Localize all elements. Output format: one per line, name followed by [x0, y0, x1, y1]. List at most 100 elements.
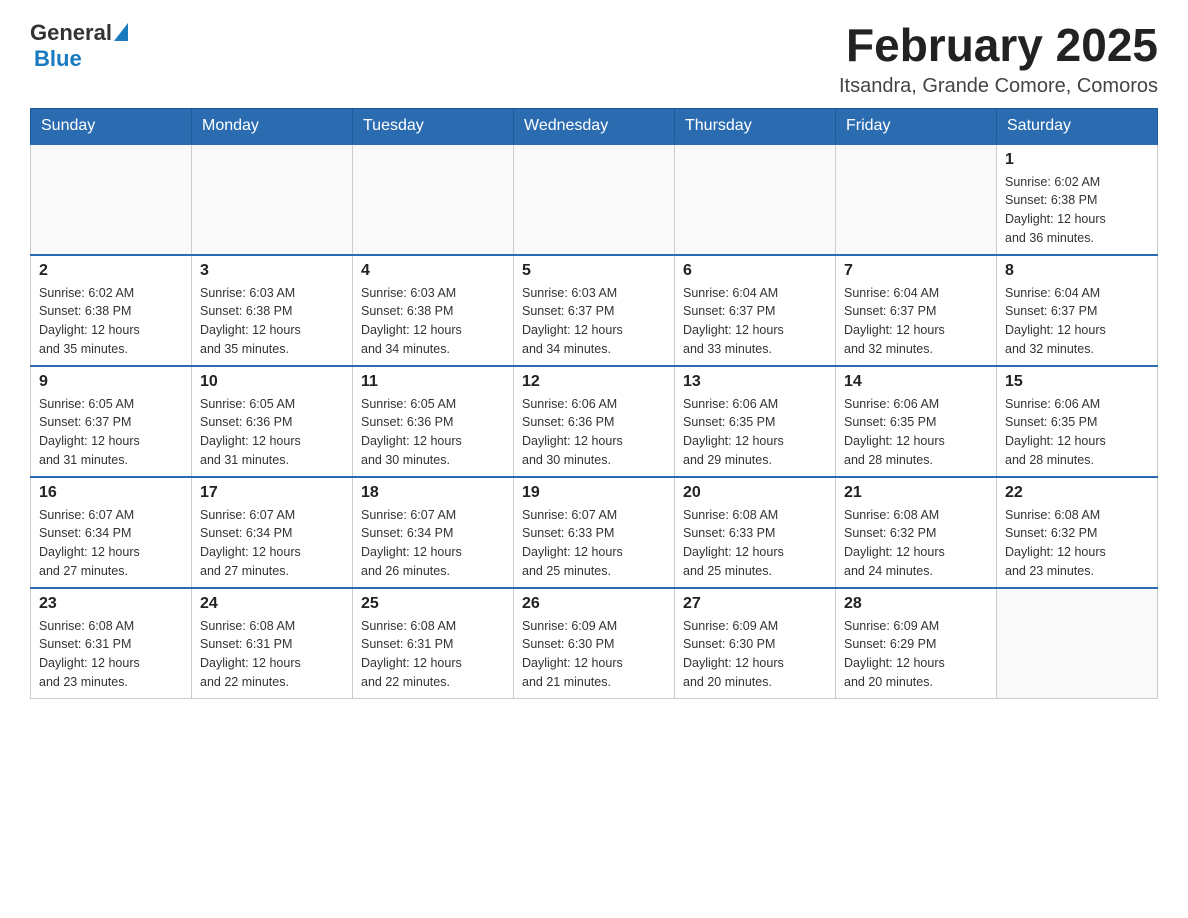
day-info: Sunrise: 6:02 AM Sunset: 6:38 PM Dayligh… [1005, 173, 1149, 248]
calendar-week-4: 16 Sunrise: 6:07 AM Sunset: 6:34 PM Dayli… [31, 477, 1158, 588]
calendar-cell: 28Sunrise: 6:09 AM Sunset: 6:29 PM Dayli… [836, 588, 997, 699]
logo: General Blue [30, 20, 128, 72]
calendar-week-5: 23 Sunrise: 6:08 AM Sunset: 6:31 PM Dayli… [31, 588, 1158, 699]
day-number: 1 [1005, 151, 1149, 169]
day-number: 28 [844, 595, 988, 613]
calendar-cell: 10 Sunrise: 6:05 AM Sunset: 6:36 PM Dayli… [192, 366, 353, 477]
calendar-cell [192, 144, 353, 255]
day-info: Sunrise: 6:09 AM Sunset: 6:30 PM Dayligh… [522, 617, 666, 692]
day-number: 6 [683, 262, 827, 280]
weekday-header-friday: Friday [836, 108, 997, 144]
day-number: 9 [39, 373, 183, 391]
day-number: 12 [522, 373, 666, 391]
day-info: Sunrise: 6:07 AM Sunset: 6:34 PM Dayligh… [39, 506, 183, 581]
calendar-cell: 23 Sunrise: 6:08 AM Sunset: 6:31 PM Dayli… [31, 588, 192, 699]
day-info: Sunrise: 6:06 AM Sunset: 6:35 PM Dayligh… [1005, 395, 1149, 470]
day-info: Sunrise: 6:08 AM Sunset: 6:31 PM Dayligh… [361, 617, 505, 692]
day-info: Sunrise: 6:04 AM Sunset: 6:37 PM Dayligh… [1005, 284, 1149, 359]
calendar-cell: 14 Sunrise: 6:06 AM Sunset: 6:35 PM Dayli… [836, 366, 997, 477]
day-number: 4 [361, 262, 505, 280]
day-info: Sunrise: 6:08 AM Sunset: 6:31 PM Dayligh… [200, 617, 344, 692]
day-info: Sunrise: 6:05 AM Sunset: 6:37 PM Dayligh… [39, 395, 183, 470]
day-number: 26 [522, 595, 666, 613]
day-number: 7 [844, 262, 988, 280]
day-info: Sunrise: 6:06 AM Sunset: 6:35 PM Dayligh… [844, 395, 988, 470]
day-info: Sunrise: 6:04 AM Sunset: 6:37 PM Dayligh… [844, 284, 988, 359]
weekday-header-wednesday: Wednesday [514, 108, 675, 144]
day-info: Sunrise: 6:05 AM Sunset: 6:36 PM Dayligh… [361, 395, 505, 470]
calendar-cell [675, 144, 836, 255]
day-number: 10 [200, 373, 344, 391]
day-info: Sunrise: 6:08 AM Sunset: 6:32 PM Dayligh… [1005, 506, 1149, 581]
calendar-cell: 12 Sunrise: 6:06 AM Sunset: 6:36 PM Dayli… [514, 366, 675, 477]
day-number: 3 [200, 262, 344, 280]
calendar-cell: 27 Sunrise: 6:09 AM Sunset: 6:30 PM Dayli… [675, 588, 836, 699]
weekday-header-thursday: Thursday [675, 108, 836, 144]
calendar-cell: 16 Sunrise: 6:07 AM Sunset: 6:34 PM Dayli… [31, 477, 192, 588]
day-number: 16 [39, 484, 183, 502]
calendar-cell: 13 Sunrise: 6:06 AM Sunset: 6:35 PM Dayli… [675, 366, 836, 477]
calendar-cell [836, 144, 997, 255]
day-number: 11 [361, 373, 505, 391]
calendar-cell: 22 Sunrise: 6:08 AM Sunset: 6:32 PM Dayli… [997, 477, 1158, 588]
calendar-cell: 17Sunrise: 6:07 AM Sunset: 6:34 PM Dayli… [192, 477, 353, 588]
day-number: 14 [844, 373, 988, 391]
day-number: 22 [1005, 484, 1149, 502]
calendar-cell: 25 Sunrise: 6:08 AM Sunset: 6:31 PM Dayli… [353, 588, 514, 699]
day-number: 15 [1005, 373, 1149, 391]
calendar-cell: 21 Sunrise: 6:08 AM Sunset: 6:32 PM Dayli… [836, 477, 997, 588]
weekday-header-tuesday: Tuesday [353, 108, 514, 144]
title-section: February 2025 Itsandra, Grande Comore, C… [839, 20, 1158, 98]
calendar-cell: 4 Sunrise: 6:03 AM Sunset: 6:38 PM Daylig… [353, 255, 514, 366]
calendar-cell [31, 144, 192, 255]
calendar-cell: 19 Sunrise: 6:07 AM Sunset: 6:33 PM Dayli… [514, 477, 675, 588]
day-number: 13 [683, 373, 827, 391]
day-number: 17 [200, 484, 344, 502]
day-number: 24 [200, 595, 344, 613]
calendar-cell: 7 Sunrise: 6:04 AM Sunset: 6:37 PM Daylig… [836, 255, 997, 366]
day-number: 23 [39, 595, 183, 613]
weekday-header-sunday: Sunday [31, 108, 192, 144]
calendar-week-3: 9 Sunrise: 6:05 AM Sunset: 6:37 PM Daylig… [31, 366, 1158, 477]
day-info: Sunrise: 6:09 AM Sunset: 6:30 PM Dayligh… [683, 617, 827, 692]
day-number: 5 [522, 262, 666, 280]
day-number: 25 [361, 595, 505, 613]
logo-text-blue: Blue [34, 46, 82, 72]
calendar-cell: 18Sunrise: 6:07 AM Sunset: 6:34 PM Dayli… [353, 477, 514, 588]
calendar-cell: 9 Sunrise: 6:05 AM Sunset: 6:37 PM Daylig… [31, 366, 192, 477]
calendar-cell: 26 Sunrise: 6:09 AM Sunset: 6:30 PM Dayli… [514, 588, 675, 699]
day-info: Sunrise: 6:04 AM Sunset: 6:37 PM Dayligh… [683, 284, 827, 359]
calendar-cell: 11 Sunrise: 6:05 AM Sunset: 6:36 PM Dayli… [353, 366, 514, 477]
logo-text-general: General [30, 20, 112, 46]
calendar-title: February 2025 [839, 20, 1158, 71]
day-number: 19 [522, 484, 666, 502]
day-number: 27 [683, 595, 827, 613]
day-info: Sunrise: 6:06 AM Sunset: 6:36 PM Dayligh… [522, 395, 666, 470]
day-info: Sunrise: 6:07 AM Sunset: 6:33 PM Dayligh… [522, 506, 666, 581]
day-number: 2 [39, 262, 183, 280]
logo-triangle-icon [114, 23, 128, 41]
day-info: Sunrise: 6:08 AM Sunset: 6:31 PM Dayligh… [39, 617, 183, 692]
day-number: 8 [1005, 262, 1149, 280]
calendar-week-1: 1 Sunrise: 6:02 AM Sunset: 6:38 PM Daylig… [31, 144, 1158, 255]
day-info: Sunrise: 6:03 AM Sunset: 6:38 PM Dayligh… [361, 284, 505, 359]
calendar-cell: 2 Sunrise: 6:02 AM Sunset: 6:38 PM Daylig… [31, 255, 192, 366]
calendar-cell: 5Sunrise: 6:03 AM Sunset: 6:37 PM Daylig… [514, 255, 675, 366]
calendar-cell: 1 Sunrise: 6:02 AM Sunset: 6:38 PM Daylig… [997, 144, 1158, 255]
calendar-cell: 3Sunrise: 6:03 AM Sunset: 6:38 PM Daylig… [192, 255, 353, 366]
day-info: Sunrise: 6:08 AM Sunset: 6:33 PM Dayligh… [683, 506, 827, 581]
day-info: Sunrise: 6:08 AM Sunset: 6:32 PM Dayligh… [844, 506, 988, 581]
calendar-cell: 15 Sunrise: 6:06 AM Sunset: 6:35 PM Dayli… [997, 366, 1158, 477]
day-info: Sunrise: 6:05 AM Sunset: 6:36 PM Dayligh… [200, 395, 344, 470]
calendar-cell: 6 Sunrise: 6:04 AM Sunset: 6:37 PM Daylig… [675, 255, 836, 366]
calendar-table: SundayMondayTuesdayWednesdayThursdayFrid… [30, 108, 1158, 699]
calendar-subtitle: Itsandra, Grande Comore, Comoros [839, 75, 1158, 98]
day-info: Sunrise: 6:02 AM Sunset: 6:38 PM Dayligh… [39, 284, 183, 359]
weekday-header-monday: Monday [192, 108, 353, 144]
day-info: Sunrise: 6:06 AM Sunset: 6:35 PM Dayligh… [683, 395, 827, 470]
calendar-week-2: 2 Sunrise: 6:02 AM Sunset: 6:38 PM Daylig… [31, 255, 1158, 366]
day-number: 21 [844, 484, 988, 502]
calendar-cell: 20Sunrise: 6:08 AM Sunset: 6:33 PM Dayli… [675, 477, 836, 588]
calendar-cell: 24 Sunrise: 6:08 AM Sunset: 6:31 PM Dayli… [192, 588, 353, 699]
day-number: 18 [361, 484, 505, 502]
